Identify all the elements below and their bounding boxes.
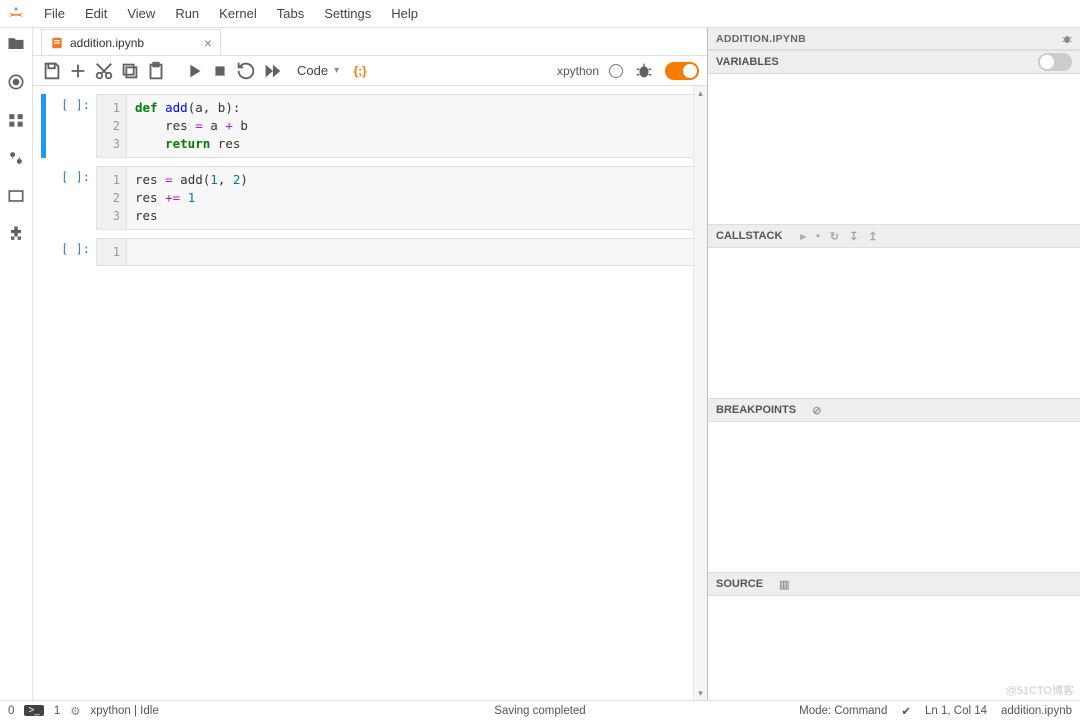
clear-breakpoints-icon[interactable]: ⊘ — [812, 404, 821, 417]
cell-prompt: [ ]: — [52, 238, 96, 266]
cell-type-select[interactable]: Code ▾ — [291, 61, 345, 80]
callstack-body — [708, 248, 1080, 398]
variables-header[interactable]: VARIABLES — [708, 50, 1080, 74]
settings-icon[interactable] — [6, 148, 26, 168]
menubar: FileEditViewRunKernelTabsSettingsHelp — [0, 0, 1080, 28]
debugger-brackets-icon[interactable]: {;} — [349, 60, 371, 82]
commands-icon[interactable] — [6, 110, 26, 130]
code-editor[interactable] — [127, 239, 696, 265]
notebook-pane: addition.ipynb × Code ▾ {;} xpython — [33, 28, 708, 700]
code-cell[interactable]: [ ]:1 — [41, 238, 697, 266]
menu-kernel[interactable]: Kernel — [209, 2, 267, 25]
sb-mode: Mode: Command — [799, 705, 887, 717]
extension-icon[interactable] — [6, 224, 26, 244]
menu-help[interactable]: Help — [381, 2, 428, 25]
terminal-icon[interactable]: >_ — [24, 705, 43, 716]
code-editor[interactable]: def add(a, b): res = a + b return res — [127, 95, 696, 157]
watermark: @51CTO博客 — [1006, 682, 1074, 698]
tabs-icon[interactable] — [6, 186, 26, 206]
pause-icon[interactable]: ▪ — [816, 230, 820, 243]
cell-type-label: Code — [297, 63, 328, 78]
trusted-icon[interactable]: ✔ — [901, 704, 911, 718]
tab-bar: addition.ipynb × — [33, 28, 707, 56]
folder-icon[interactable] — [6, 34, 26, 54]
step-out-icon[interactable]: ↥ — [868, 230, 877, 243]
run-all-icon[interactable] — [261, 60, 283, 82]
notebook-toolbar: Code ▾ {;} xpython — [33, 56, 707, 86]
source-header[interactable]: SOURCE ▥ — [708, 572, 1080, 596]
breakpoints-body — [708, 422, 1080, 572]
variables-toggle[interactable] — [1038, 53, 1072, 71]
menu-tabs[interactable]: Tabs — [267, 2, 314, 25]
debug-title: ADDITION.IPYNB — [708, 28, 1080, 50]
paste-icon[interactable] — [145, 60, 167, 82]
tab-addition[interactable]: addition.ipynb × — [41, 29, 221, 55]
scroll-up-icon[interactable]: ▴ — [694, 86, 707, 100]
notebook-icon — [50, 36, 64, 50]
cell-select-bar — [41, 238, 46, 266]
save-icon[interactable] — [41, 60, 63, 82]
cells-area[interactable]: [ ]:1 2 3def add(a, b): res = a + b retu… — [33, 86, 707, 700]
variables-body — [708, 74, 1080, 224]
line-gutter: 1 2 3 — [97, 95, 127, 157]
sb-filename[interactable]: addition.ipynb — [1001, 705, 1072, 717]
debug-pane: ADDITION.IPYNB VARIABLES CALLSTACK ▸ ▪ ↻… — [708, 28, 1080, 700]
running-icon[interactable] — [6, 72, 26, 92]
activity-bar — [0, 28, 33, 700]
tab-label: addition.ipynb — [70, 36, 144, 50]
line-gutter: 1 — [97, 239, 127, 265]
sb-left-1[interactable]: 1 — [54, 705, 60, 717]
code-cell[interactable]: [ ]:1 2 3res = add(1, 2) res += 1 res — [41, 166, 697, 230]
restart-icon[interactable] — [235, 60, 257, 82]
sb-message: Saving completed — [494, 705, 585, 717]
code-block[interactable]: 1 2 3def add(a, b): res = a + b return r… — [96, 94, 697, 158]
scroll-down-icon[interactable]: ▾ — [694, 686, 707, 700]
menu-edit[interactable]: Edit — [75, 2, 117, 25]
menu-view[interactable]: View — [117, 2, 165, 25]
callstack-header[interactable]: CALLSTACK ▸ ▪ ↻ ↧ ↥ — [708, 224, 1080, 248]
step-into-icon[interactable]: ↧ — [849, 230, 858, 243]
code-block[interactable]: 1 2 3res = add(1, 2) res += 1 res — [96, 166, 697, 230]
cell-select-bar — [41, 166, 46, 230]
code-editor[interactable]: res = add(1, 2) res += 1 res — [127, 167, 696, 229]
bug-icon[interactable] — [633, 60, 655, 82]
sb-position: Ln 1, Col 14 — [925, 705, 987, 717]
breakpoints-header[interactable]: BREAKPOINTS ⊘ — [708, 398, 1080, 422]
code-block[interactable]: 1 — [96, 238, 697, 266]
source-open-icon[interactable]: ▥ — [779, 578, 789, 591]
menu-run[interactable]: Run — [165, 2, 209, 25]
code-cell[interactable]: [ ]:1 2 3def add(a, b): res = a + b retu… — [41, 94, 697, 158]
bug-corner-icon[interactable] — [1060, 32, 1074, 49]
kernel-status-icon[interactable] — [609, 64, 623, 78]
kernel-name[interactable]: xpython — [557, 64, 599, 78]
copy-icon[interactable] — [119, 60, 141, 82]
cell-prompt: [ ]: — [52, 166, 96, 230]
continue-icon[interactable]: ▸ — [800, 230, 806, 243]
jupyter-logo-icon — [6, 4, 26, 24]
cell-select-bar — [41, 94, 46, 158]
menu-file[interactable]: File — [34, 2, 75, 25]
debug-toggle[interactable] — [665, 62, 699, 80]
chevron-down-icon: ▾ — [334, 65, 339, 76]
menu-settings[interactable]: Settings — [314, 2, 381, 25]
cell-prompt: [ ]: — [52, 94, 96, 158]
statusbar: 0 >_ 1 ⚙ xpython | Idle Saving completed… — [0, 700, 1080, 720]
close-icon[interactable]: × — [204, 36, 212, 50]
stop-icon[interactable] — [209, 60, 231, 82]
add-cell-icon[interactable] — [67, 60, 89, 82]
scrollbar[interactable]: ▴ ▾ — [693, 86, 707, 700]
run-icon[interactable] — [183, 60, 205, 82]
step-over-icon[interactable]: ↻ — [830, 230, 839, 243]
sb-kernel[interactable]: xpython | Idle — [91, 705, 159, 717]
line-gutter: 1 2 3 — [97, 167, 127, 229]
sb-left-0[interactable]: 0 — [8, 705, 14, 717]
sb-settings-icon[interactable]: ⚙ — [70, 704, 80, 718]
cut-icon[interactable] — [93, 60, 115, 82]
